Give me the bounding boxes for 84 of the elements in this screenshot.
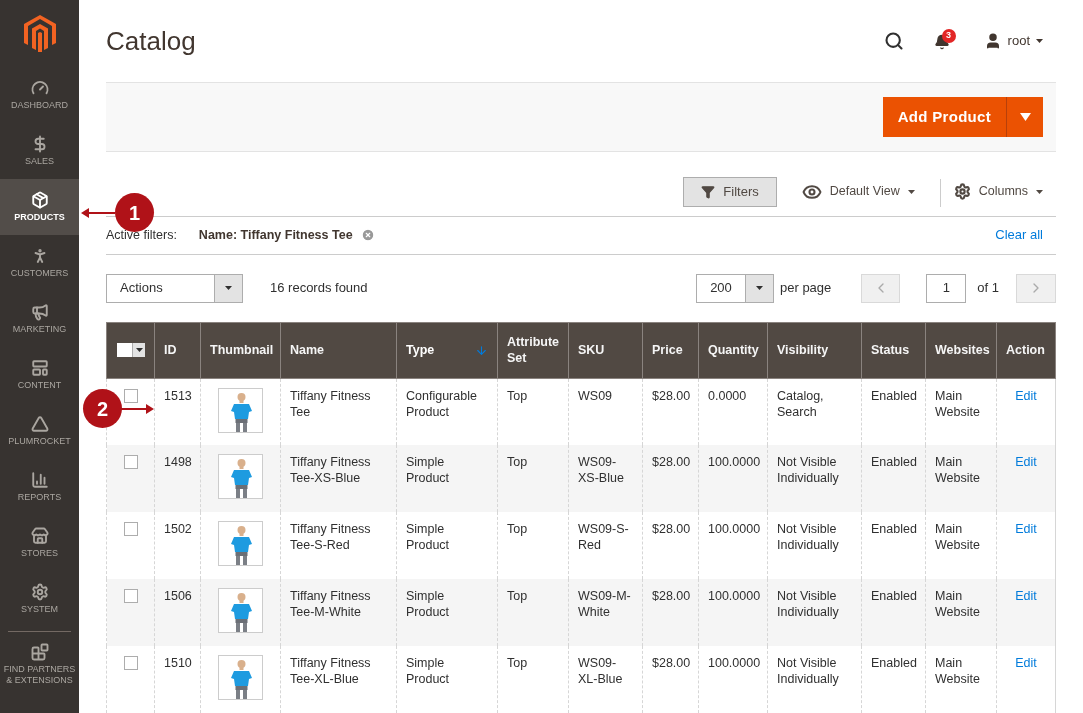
- table-cell: Enabled: [861, 646, 926, 713]
- caret-icon: [135, 348, 143, 352]
- column-header[interactable]: Name: [280, 322, 397, 378]
- sidebar-item[interactable]: STORES: [0, 515, 79, 571]
- sidebar-item[interactable]: SYSTEM: [0, 571, 79, 627]
- filters-button[interactable]: Filters: [683, 176, 777, 207]
- table-cell: 100.0000: [698, 646, 768, 713]
- column-header[interactable]: Price: [642, 322, 699, 378]
- caret-icon: [756, 286, 763, 291]
- edit-link[interactable]: Edit: [1015, 455, 1037, 469]
- sidebar-item[interactable]: DASHBOARD: [0, 67, 79, 123]
- bar-chart-icon: [30, 471, 49, 489]
- megaphone-icon: [30, 303, 49, 321]
- view-dropdown[interactable]: Default View: [801, 176, 915, 207]
- user-menu[interactable]: root: [983, 31, 1043, 51]
- edit-link[interactable]: Edit: [1015, 388, 1037, 403]
- remove-filter-icon[interactable]: [360, 228, 375, 243]
- sort-arrow-icon: [475, 343, 488, 357]
- page-title: Catalog: [106, 25, 196, 59]
- column-header[interactable]: Status: [861, 322, 926, 378]
- logo-icon: [23, 15, 56, 52]
- column-header[interactable]: SKU: [568, 322, 643, 378]
- row-checkbox[interactable]: [124, 455, 138, 469]
- arrow-icon: [81, 207, 115, 218]
- column-header[interactable]: Type: [396, 322, 498, 378]
- table-cell: 1510: [154, 646, 201, 713]
- store-icon: [30, 527, 49, 545]
- notification-count: 3: [941, 28, 956, 43]
- table-cell: Not Visible Individually: [767, 646, 862, 713]
- caret-icon: [225, 286, 232, 291]
- sidebar-item[interactable]: FIND PARTNERS & EXTENSIONS: [0, 636, 79, 692]
- row-checkbox[interactable]: [124, 656, 138, 670]
- blocks-icon: [30, 642, 49, 661]
- previous-page-button[interactable]: [861, 273, 901, 303]
- filter-icon: [701, 184, 716, 199]
- arrow-icon: [120, 403, 154, 414]
- column-header[interactable]: Attribute Set: [497, 322, 569, 378]
- column-header[interactable]: ID: [154, 322, 201, 378]
- records-count: 16 records found: [270, 279, 368, 298]
- columns-dropdown[interactable]: Columns: [953, 176, 1043, 207]
- per-page-label: per page: [780, 279, 832, 298]
- row-checkbox[interactable]: [124, 388, 138, 403]
- caret-icon: [1036, 38, 1043, 43]
- next-page-button[interactable]: [1016, 273, 1056, 303]
- settings-icon: [953, 183, 971, 201]
- clear-all-link[interactable]: Clear all: [995, 225, 1043, 245]
- sidebar-item[interactable]: REPORTS: [0, 459, 79, 515]
- page-field[interactable]: 1: [926, 273, 967, 303]
- edit-link[interactable]: Edit: [1015, 589, 1037, 603]
- table-cell: Tiffany Fitness Tee-XL-Blue: [280, 646, 397, 713]
- row-checkbox[interactable]: [124, 522, 138, 536]
- per-page-dropdown[interactable]: 200: [696, 273, 774, 303]
- edit-link[interactable]: Edit: [1015, 656, 1037, 670]
- table-cell: Simple Product: [396, 646, 498, 713]
- table-cell: WS09-XL-Blue: [568, 646, 643, 713]
- box-icon: [30, 191, 49, 209]
- sidebar-item[interactable]: MARKETING: [0, 291, 79, 347]
- search-icon[interactable]: [883, 30, 904, 51]
- caret-icon: [1019, 112, 1031, 121]
- notifications-button[interactable]: 3: [933, 30, 954, 51]
- table-cell: Main Website: [925, 646, 997, 713]
- layout-icon: [30, 359, 49, 377]
- sidebar-item[interactable]: CUSTOMERS: [0, 235, 79, 291]
- settings-icon: [30, 583, 49, 601]
- caret-icon: [1036, 189, 1043, 194]
- triangle-icon: [30, 415, 49, 433]
- actions-dropdown[interactable]: Actions: [106, 273, 243, 303]
- row-checkbox[interactable]: [124, 589, 138, 603]
- table-cell: Top: [497, 646, 569, 713]
- sidebar-item[interactable]: PRODUCTS: [0, 179, 79, 235]
- sidebar-item[interactable]: PLUMROCKET: [0, 403, 79, 459]
- table-cell: $28.00: [642, 646, 699, 713]
- sidebar-item[interactable]: CONTENT: [0, 347, 79, 403]
- page-total: of 1: [977, 279, 999, 298]
- sidebar-item[interactable]: SALES: [0, 123, 79, 179]
- column-header[interactable]: Action: [996, 322, 1056, 378]
- column-header[interactable]: Visibility: [767, 322, 862, 378]
- edit-link[interactable]: Edit: [1015, 522, 1037, 536]
- column-header[interactable]: Quantity: [698, 322, 768, 378]
- column-header[interactable]: Thumbnail: [200, 322, 281, 378]
- gauge-icon: [30, 79, 49, 97]
- filter-label: Name: Tiffany Fitness Tee: [198, 226, 353, 244]
- caret-icon: [907, 189, 915, 194]
- column-header[interactable]: Websites: [925, 322, 997, 378]
